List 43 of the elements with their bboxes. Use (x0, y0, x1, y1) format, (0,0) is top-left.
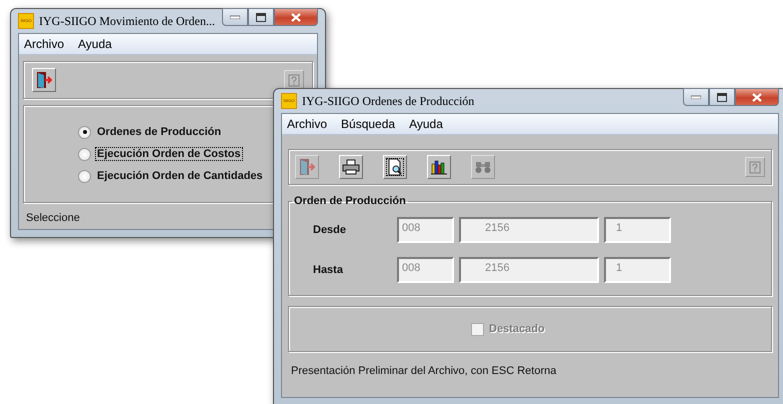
menu-item[interactable]: Ayuda (409, 117, 443, 131)
window-title: IYG-SIIGO Movimiento de Orden... (39, 14, 216, 28)
help-icon (749, 160, 761, 174)
status-text: Seleccione (25, 211, 81, 226)
exit-door-icon (36, 71, 52, 89)
exit-door-icon (299, 158, 315, 176)
radio-label[interactable]: Ejecución Orden de Costos (96, 148, 242, 160)
maximize-button[interactable] (709, 88, 735, 106)
chart-button[interactable] (427, 155, 451, 179)
minimize-icon (230, 15, 240, 19)
binoculars-icon (474, 160, 492, 174)
minimize-button[interactable] (683, 88, 709, 106)
menu-item[interactable]: Archivo (24, 37, 64, 51)
radio-button[interactable] (78, 170, 91, 182)
print-button[interactable] (339, 155, 363, 179)
minimize-icon (691, 95, 701, 99)
menu-item[interactable]: Ayuda (78, 37, 112, 51)
close-icon (291, 12, 301, 22)
radio-button[interactable] (78, 148, 91, 160)
field-label: Hasta (312, 264, 344, 276)
close-button[interactable] (735, 88, 779, 106)
menu-item[interactable]: Búsqueda (341, 117, 396, 131)
radio-label[interactable]: Ejecución Orden de Cantidades (96, 170, 264, 182)
bar-chart-icon (430, 159, 448, 175)
preview-icon (387, 158, 403, 176)
field-label: Desde (312, 224, 348, 236)
close-button[interactable] (274, 8, 318, 26)
group-title: Orden de Producción (293, 195, 407, 207)
minimize-button[interactable] (222, 8, 248, 26)
printer-icon (342, 159, 360, 175)
menu-item[interactable]: Archivo (287, 117, 328, 131)
maximize-icon (256, 12, 266, 22)
maximize-icon (717, 92, 727, 102)
help-icon (288, 74, 300, 86)
status-text: Presentación Preliminar del Archivo, con ESC Retorna (290, 364, 558, 379)
radio-button[interactable] (78, 126, 91, 138)
window-title: IYG-SIIGO Ordenes de Producción (302, 94, 476, 108)
exit-button[interactable] (32, 68, 56, 92)
radio-label[interactable]: Ordenes de Producción (96, 126, 222, 138)
close-icon (752, 92, 762, 102)
maximize-button[interactable] (248, 8, 274, 26)
preview-button[interactable] (383, 155, 407, 179)
help-button[interactable] (745, 157, 765, 177)
